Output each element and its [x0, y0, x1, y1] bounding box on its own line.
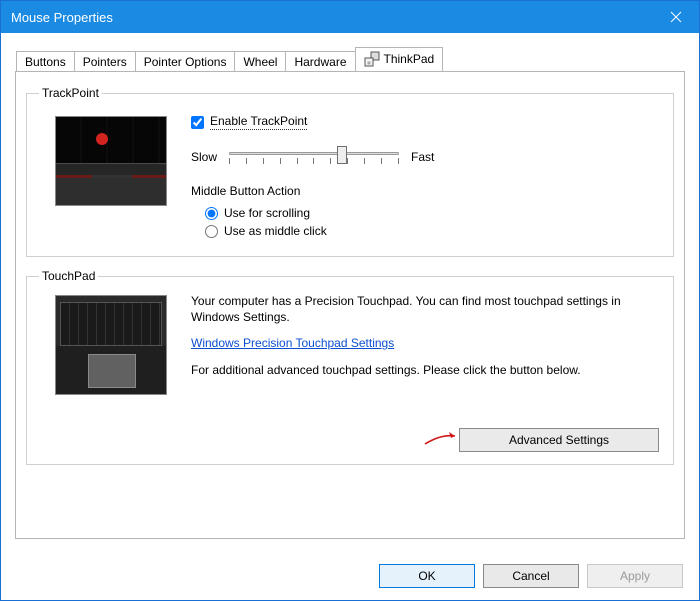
trackpoint-thumbnail: [55, 116, 167, 206]
radio-use-for-scrolling[interactable]: [205, 207, 218, 220]
cancel-button[interactable]: Cancel: [483, 564, 579, 588]
touchpad-thumbnail: [55, 295, 167, 395]
touchpad-advanced-text: For additional advanced touchpad setting…: [191, 362, 653, 378]
group-touchpad: TouchPad Your computer has a Precision T…: [26, 269, 674, 465]
tab-pointer-options[interactable]: Pointer Options: [135, 51, 236, 72]
tabstrip: Buttons Pointers Pointer Options Wheel H…: [16, 47, 685, 71]
precision-touchpad-link[interactable]: Windows Precision Touchpad Settings: [191, 336, 394, 350]
radio-use-as-middle-click[interactable]: [205, 225, 218, 238]
dialog-buttons: OK Cancel Apply: [379, 564, 683, 588]
radio-use-for-scrolling-label: Use for scrolling: [224, 206, 310, 220]
enable-trackpoint-label: Enable TrackPoint: [210, 114, 307, 130]
touchpad-description: Your computer has a Precision Touchpad. …: [191, 293, 653, 325]
enable-trackpoint-checkbox[interactable]: [191, 116, 204, 129]
tab-thinkpad[interactable]: ThinkPad: [355, 47, 444, 71]
tab-wheel[interactable]: Wheel: [234, 51, 286, 72]
trackpoint-dot-icon: [96, 133, 108, 145]
tab-buttons[interactable]: Buttons: [16, 51, 75, 72]
tab-panel-thinkpad: TrackPoint Enable TrackPoint: [15, 71, 685, 539]
advanced-settings-button[interactable]: Advanced Settings: [459, 428, 659, 452]
group-touchpad-legend: TouchPad: [39, 269, 98, 283]
ok-button[interactable]: OK: [379, 564, 475, 588]
tab-hardware[interactable]: Hardware: [285, 51, 355, 72]
radio-use-as-middle-click-label: Use as middle click: [224, 224, 327, 238]
group-trackpoint-legend: TrackPoint: [39, 86, 102, 100]
annotation-arrow-icon: [423, 428, 463, 446]
middle-button-label: Middle Button Action: [191, 184, 661, 198]
tab-pointers[interactable]: Pointers: [74, 51, 136, 72]
apply-button[interactable]: Apply: [587, 564, 683, 588]
close-icon: [670, 11, 682, 23]
window-title: Mouse Properties: [11, 10, 653, 25]
group-trackpoint: TrackPoint Enable TrackPoint: [26, 86, 674, 257]
trackpoint-speed-slider[interactable]: [229, 144, 399, 170]
slider-slow-label: Slow: [191, 150, 217, 164]
slider-thumb[interactable]: [337, 146, 347, 164]
slider-fast-label: Fast: [411, 150, 434, 164]
mouse-properties-window: Mouse Properties Buttons Pointers Pointe…: [0, 0, 700, 601]
client-area: Buttons Pointers Pointer Options Wheel H…: [1, 33, 699, 600]
titlebar: Mouse Properties: [1, 1, 699, 33]
close-button[interactable]: [653, 1, 699, 33]
thinkpad-icon: [364, 51, 380, 67]
